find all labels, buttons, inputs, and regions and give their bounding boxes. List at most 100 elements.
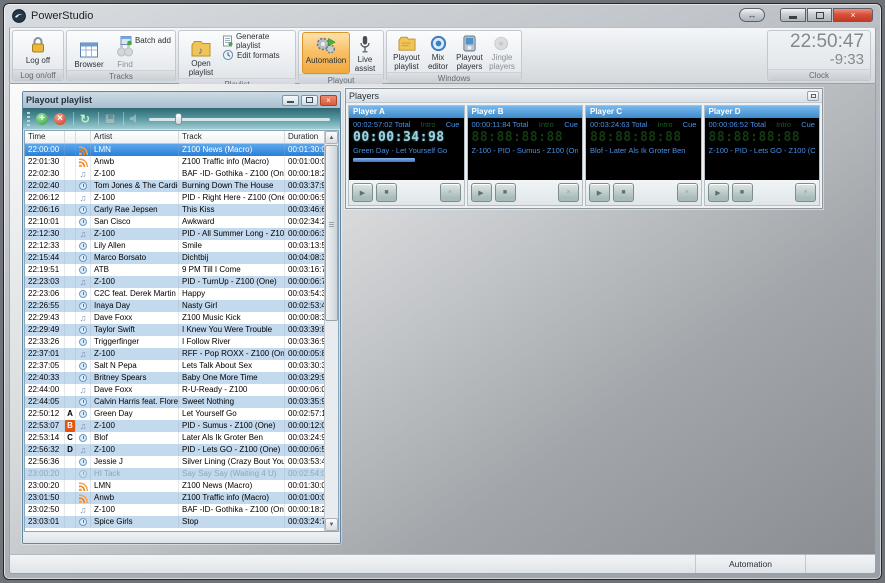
- scroll-track[interactable]: [325, 144, 338, 518]
- cell-player-letter: [65, 504, 76, 516]
- playlist-row[interactable]: 22:15:44Marco BorsatoDichtbij00:04:08:37: [25, 252, 324, 264]
- playlist-row[interactable]: 22:23:03♫Z-100PID - TurnUp - Z100 (One)0…: [25, 276, 324, 288]
- save-playlist-button[interactable]: [102, 111, 118, 127]
- playlist-row[interactable]: 22:01:30AnwbZ100 Traffic info (Macro)00:…: [25, 156, 324, 168]
- playlist-row[interactable]: 22:02:40Tom Jones & The Cardiga...Burnin…: [25, 180, 324, 192]
- playlist-row[interactable]: 22:06:16Carly Rae JepsenThis Kiss00:03:4…: [25, 204, 324, 216]
- toolbar-grip[interactable]: [27, 112, 30, 126]
- edit-formats-button[interactable]: Edit formats: [222, 48, 292, 62]
- column-header-artist[interactable]: Artist: [91, 131, 179, 143]
- playlist-row[interactable]: 23:02:50♫Z-100BAF -ID- Gothika - Z100 (O…: [25, 504, 324, 516]
- minimize-button[interactable]: [780, 8, 806, 22]
- automation-button[interactable]: Automation: [302, 32, 350, 74]
- column-header-time[interactable]: Time: [25, 131, 65, 143]
- playlist-row[interactable]: 22:56:36Jessie JSilver Lining (Crazy Bou…: [25, 456, 324, 468]
- playlist-row[interactable]: 22:40:33Britney SpearsBaby One More Time…: [25, 372, 324, 384]
- cell-time: 22:06:16: [25, 204, 65, 216]
- lcd-info-line: 00:02:57:02 TotalIntroCue: [353, 120, 460, 129]
- playlist-row[interactable]: 22:02:30♫Z-100BAF -ID- Gothika - Z100 (O…: [25, 168, 324, 180]
- batch-add-button[interactable]: Batch add: [120, 33, 171, 47]
- playlist-row[interactable]: 22:29:49Taylor SwiftI Knew You Were Trou…: [25, 324, 324, 336]
- playlist-row[interactable]: 22:44:00♫Dave FoxxR-U-Ready - Z10000:00:…: [25, 384, 324, 396]
- playlist-row[interactable]: 22:23:06C2C feat. Derek MartinHappy00:03…: [25, 288, 324, 300]
- playout-playlist-button[interactable]: Playout playlist: [390, 32, 423, 72]
- mix-editor-button[interactable]: Mix editor: [423, 32, 453, 72]
- playlist-row[interactable]: 22:26:55Inaya DayNasty Girl00:02:53:45: [25, 300, 324, 312]
- column-header-track[interactable]: Track: [179, 131, 285, 143]
- playlist-row[interactable]: 22:33:26TriggerfingerI Follow River00:03…: [25, 336, 324, 348]
- browser-button[interactable]: Browser: [70, 38, 108, 70]
- cell-duration: 00:00:18:21: [285, 168, 324, 180]
- playlist-restore-button[interactable]: [301, 95, 318, 106]
- playlist-resize-grip[interactable]: [331, 534, 339, 542]
- playlist-row[interactable]: 23:01:50AnwbZ100 Traffic info (Macro)00:…: [25, 492, 324, 504]
- jingle-players-button[interactable]: Jingle players: [486, 32, 518, 72]
- delete-track-button[interactable]: ×: [52, 111, 68, 127]
- clock-icon: [79, 374, 87, 382]
- generate-playlist-button[interactable]: Generate playlist: [222, 34, 292, 48]
- music-note-icon: ♫: [80, 446, 87, 455]
- stop-button[interactable]: ■: [495, 183, 516, 202]
- players-window-button[interactable]: [807, 91, 819, 101]
- maximize-button[interactable]: [807, 8, 832, 22]
- cell-duration: 00:01:30:00: [285, 480, 324, 492]
- playlist-row[interactable]: 22:00:00LMNZ100 News (Macro)00:01:30:00: [25, 144, 324, 156]
- music-note-icon: ♫: [80, 506, 87, 515]
- column-header-icon[interactable]: [76, 131, 91, 143]
- playlist-row[interactable]: 22:12:30♫Z-100PID - All Summer Long - Z1…: [25, 228, 324, 240]
- playlist-row[interactable]: 22:12:33Lily AllenSmile00:03:13:50: [25, 240, 324, 252]
- statusbar-tail: [805, 555, 867, 573]
- eject-button[interactable]: ×: [795, 183, 816, 202]
- column-header-letter[interactable]: [65, 131, 76, 143]
- eject-button[interactable]: ×: [677, 183, 698, 202]
- playlist-row[interactable]: 22:06:12♫Z-100PID - Right Here - Z100 (O…: [25, 192, 324, 204]
- playlist-row[interactable]: 22:53:07B♫Z-100PID - Sumus - Z100 (One)0…: [25, 420, 324, 432]
- playlist-row[interactable]: 22:19:51ATB9 PM Till I Come00:03:16:72: [25, 264, 324, 276]
- play-button[interactable]: ▶: [471, 183, 492, 202]
- playlist-row[interactable]: 23:03:01Spice GirlsStop00:03:24:77: [25, 516, 324, 528]
- playlist-row[interactable]: 22:56:32D♫Z-100PID - Lets GO - Z100 (One…: [25, 444, 324, 456]
- playlist-row[interactable]: 22:53:14CBlofLater Als Ik Groter Ben00:0…: [25, 432, 324, 444]
- eject-button[interactable]: ×: [440, 183, 461, 202]
- playlist-row[interactable]: 22:10:01San CiscoAwkward00:02:34:27: [25, 216, 324, 228]
- volume-thumb[interactable]: [175, 113, 182, 125]
- playlist-close-button[interactable]: ×: [320, 95, 337, 106]
- play-button[interactable]: ▶: [589, 183, 610, 202]
- cell-type-icon: [76, 432, 91, 444]
- window-grid-icon: [811, 94, 816, 98]
- stop-button[interactable]: ■: [613, 183, 634, 202]
- playlist-row[interactable]: 22:37:01♫Z-100RFF - Pop ROXX - Z100 (One…: [25, 348, 324, 360]
- stop-button[interactable]: ■: [732, 183, 753, 202]
- playlist-minimize-button[interactable]: [282, 95, 299, 106]
- scroll-thumb[interactable]: [325, 145, 338, 321]
- playout-players-button[interactable]: Playout players: [453, 32, 486, 72]
- scroll-up-arrow[interactable]: ▲: [325, 131, 338, 144]
- clock-icon: [79, 266, 87, 274]
- column-header-duration[interactable]: Duration: [285, 131, 324, 143]
- loop-button[interactable]: ↻: [77, 111, 93, 127]
- playlist-row[interactable]: 22:44:05Calvin Harris feat. Florenc...Sw…: [25, 396, 324, 408]
- eject-button[interactable]: ×: [558, 183, 579, 202]
- log-off-button[interactable]: Log off: [16, 32, 60, 69]
- cell-player-letter: [65, 264, 76, 276]
- cell-artist: Z-100: [91, 168, 179, 180]
- volume-slider[interactable]: [149, 112, 336, 126]
- play-button[interactable]: ▶: [708, 183, 729, 202]
- playlist-row[interactable]: 22:37:05Salt N PepaLets Talk About Sex00…: [25, 360, 324, 372]
- stop-button[interactable]: ■: [376, 183, 397, 202]
- play-button[interactable]: ▶: [352, 183, 373, 202]
- scroll-down-arrow[interactable]: ▼: [325, 518, 338, 531]
- ribbon-toggle-button[interactable]: ↔: [739, 8, 765, 22]
- window-resize-grip[interactable]: [864, 562, 873, 571]
- playlist-row[interactable]: 23:00:20LMNZ100 News (Macro)00:01:30:00: [25, 480, 324, 492]
- mute-button[interactable]: [127, 111, 143, 127]
- live-assist-button[interactable]: Live assist: [350, 32, 380, 74]
- playlist-row[interactable]: 22:29:43♫Dave FoxxZ100 Music Kick00:00:0…: [25, 312, 324, 324]
- clock-icon: [79, 398, 87, 406]
- playlist-row[interactable]: 23:00:20HI TackSay Say Say (Waiting 4 U)…: [25, 468, 324, 480]
- close-button[interactable]: ×: [833, 8, 873, 22]
- playlist-row[interactable]: 22:50:12AGreen DayLet Yourself Go00:02:5…: [25, 408, 324, 420]
- add-track-button[interactable]: +: [34, 111, 50, 127]
- open-playlist-button[interactable]: ♪ Open playlist: [182, 36, 220, 78]
- cell-time: 23:00:20: [25, 480, 65, 492]
